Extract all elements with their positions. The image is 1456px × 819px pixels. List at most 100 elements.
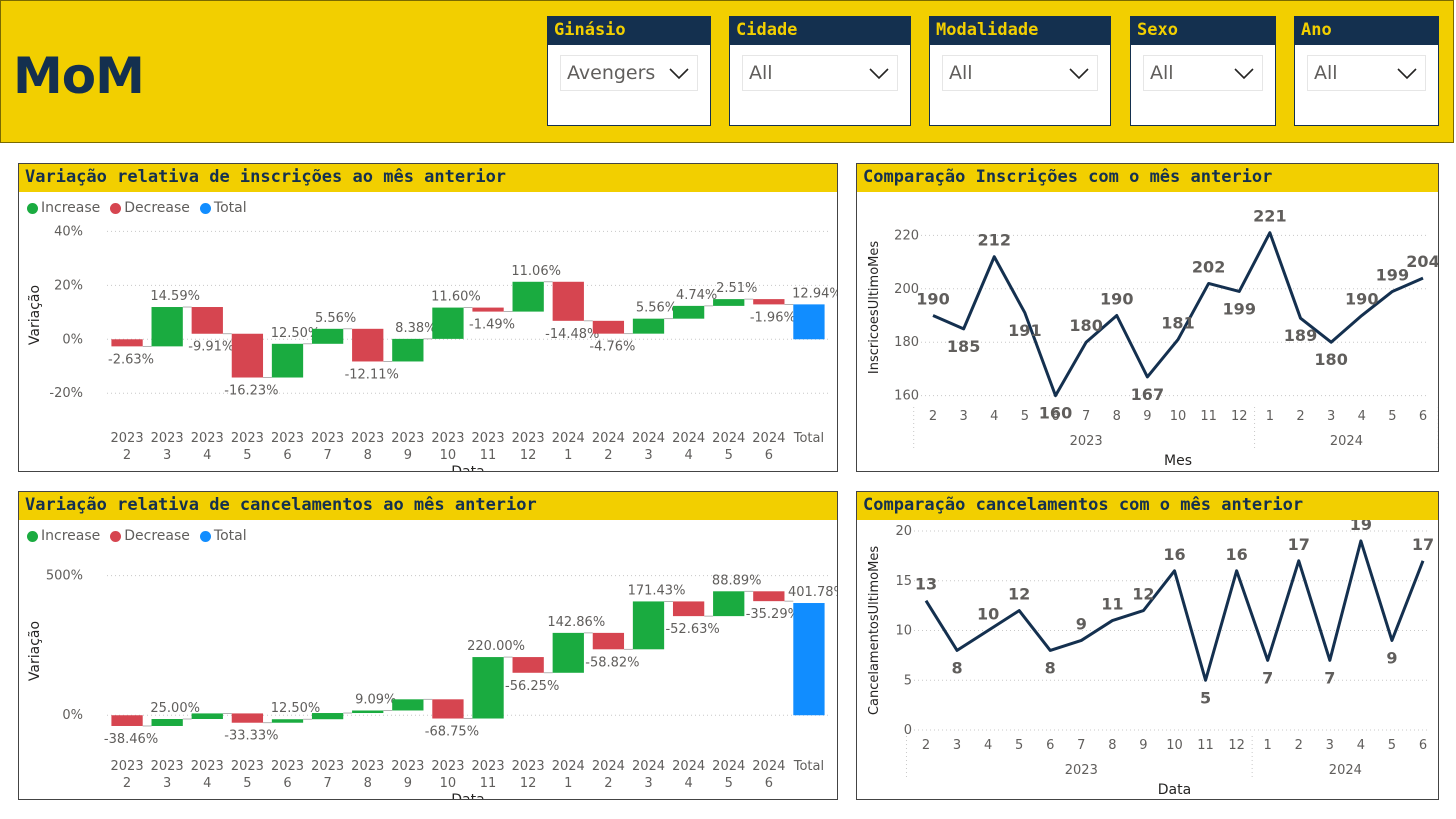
- chart-title: Comparação Inscrições com o mês anterior: [857, 164, 1438, 192]
- legend-item-increase[interactable]: Increase: [27, 528, 100, 544]
- slicer-value: All: [1314, 62, 1338, 84]
- data-label: 167: [1131, 385, 1164, 404]
- x-axis-title: Data: [451, 464, 484, 471]
- x-tick-label: 2024: [712, 759, 745, 774]
- x-tick-label: 2023: [191, 759, 224, 774]
- y-tick-label: 15: [895, 574, 912, 589]
- waterfall-bar: [392, 699, 424, 711]
- x-tick-label: 2023: [391, 431, 424, 446]
- waterfall-bar: [432, 307, 464, 339]
- slicer-sexo[interactable]: Sexo All: [1130, 16, 1276, 126]
- x-tick-label: 2023: [311, 431, 344, 446]
- x-tick-label: 2023: [391, 759, 424, 774]
- data-label: 142.86%: [547, 615, 605, 630]
- data-label: 190: [916, 290, 949, 309]
- waterfall-bar: [191, 713, 223, 720]
- x-tick-label: 12: [520, 448, 537, 463]
- data-label: 13: [915, 575, 937, 594]
- x-tick-label: 9: [404, 776, 412, 791]
- slicer-ano[interactable]: Ano All: [1294, 16, 1439, 126]
- slicer-dropdown[interactable]: All: [942, 55, 1098, 91]
- waterfall-bar: [512, 657, 544, 673]
- data-label: 180: [1069, 316, 1102, 335]
- slicer-cidade[interactable]: Cidade All: [729, 16, 911, 126]
- data-label: 191: [1008, 321, 1041, 340]
- x-tick-label: 5: [725, 448, 733, 463]
- line-chart-inscricoes: 220200180160InscricoesUltimoMes 190218532…: [867, 207, 1438, 469]
- legend-dot-icon: [199, 202, 211, 214]
- x-tick-label: 2023: [351, 759, 384, 774]
- legend-item-decrease[interactable]: Decrease: [110, 528, 190, 544]
- waterfall-bar: [231, 333, 264, 378]
- x-tick-label: 2024: [632, 431, 665, 446]
- x-axis-title: Data: [451, 792, 484, 799]
- x-tick-label: Total: [793, 431, 824, 446]
- x-tick-label: 10: [1170, 409, 1187, 424]
- x-tick-label: 2023: [111, 431, 144, 446]
- slicer-ginasio[interactable]: Ginásio Avengers: [547, 16, 711, 126]
- x-tick-label: 2024: [592, 431, 625, 446]
- x-tick-label: 12: [1228, 738, 1245, 753]
- slicer-dropdown[interactable]: All: [742, 55, 898, 91]
- x-tick-label: 5: [1015, 738, 1023, 753]
- x-tick-label: 2024: [552, 759, 585, 774]
- slicer-dropdown[interactable]: All: [1307, 55, 1426, 91]
- waterfall-bar: [512, 281, 544, 312]
- data-label: -52.63%: [665, 622, 719, 637]
- slicer-modalidade[interactable]: Modalidade All: [929, 16, 1111, 126]
- waterfall-bar: [713, 299, 745, 306]
- legend-item-total[interactable]: Total: [199, 528, 247, 544]
- data-label: 14.59%: [150, 289, 200, 304]
- x-tick-label: 12: [1231, 409, 1248, 424]
- legend-item-decrease[interactable]: Decrease: [110, 200, 190, 216]
- x-tick-label: 9: [1139, 738, 1147, 753]
- x-tick-label: 6: [765, 448, 773, 463]
- legend-item-total[interactable]: Total: [199, 200, 247, 216]
- x-tick-label: 6: [283, 776, 291, 791]
- x-group-label: 2023: [1070, 434, 1103, 449]
- data-label: -4.76%: [589, 340, 635, 355]
- data-label: 5: [1200, 688, 1211, 707]
- waterfall-bar: [432, 699, 464, 719]
- slicer-dropdown[interactable]: All: [1143, 55, 1263, 91]
- legend-label: Decrease: [124, 200, 190, 216]
- data-label: -1.96%: [750, 310, 796, 325]
- x-tick-label: 4: [684, 448, 692, 463]
- data-label: 17: [1412, 535, 1434, 554]
- x-tick-label: 5: [243, 776, 251, 791]
- x-tick-label: 7: [323, 776, 331, 791]
- x-tick-label: 3: [959, 409, 967, 424]
- x-tick-label: 8: [364, 776, 372, 791]
- y-tick-label: 180: [894, 335, 919, 350]
- x-group-label: 2024: [1330, 434, 1363, 449]
- legend-item-increase[interactable]: Increase: [27, 200, 100, 216]
- x-tick-label: 2023: [151, 431, 184, 446]
- y-tick-label: -20%: [49, 386, 83, 401]
- x-tick-label: 1: [564, 448, 572, 463]
- x-tick-label: 7: [1077, 738, 1085, 753]
- x-tick-label: 3: [1326, 738, 1334, 753]
- legend-dot-icon: [27, 530, 38, 542]
- data-label: 88.89%: [712, 573, 762, 588]
- data-label: -58.82%: [585, 655, 639, 670]
- data-label: 8: [1045, 658, 1056, 677]
- x-tick-label: 6: [765, 776, 773, 791]
- slicer-dropdown[interactable]: Avengers: [560, 55, 698, 91]
- x-tick-label: 11: [1197, 738, 1214, 753]
- chart-legend: Increase Decrease Total: [27, 200, 247, 216]
- y-tick-label: 40%: [54, 224, 83, 239]
- waterfall-bar: [111, 715, 143, 726]
- slicer-label: Ano: [1295, 17, 1438, 45]
- legend-label: Increase: [41, 528, 101, 544]
- data-label: 5.56%: [636, 301, 677, 316]
- data-label: 171.43%: [628, 583, 686, 598]
- data-label: 180: [1314, 350, 1347, 369]
- x-tick-label: 11: [1200, 409, 1217, 424]
- y-axis-title: Variação: [27, 621, 43, 681]
- panel-waterfall-inscricoes: 40% 20% 0% -20% Variação -2.63% 2023 2 14.59% 202…: [18, 163, 838, 472]
- waterfall-bar: [753, 299, 785, 305]
- data-label: 199: [1376, 265, 1409, 284]
- legend-label: Decrease: [124, 528, 190, 544]
- data-label: -2.63%: [108, 352, 154, 367]
- waterfall-bar: [552, 281, 584, 321]
